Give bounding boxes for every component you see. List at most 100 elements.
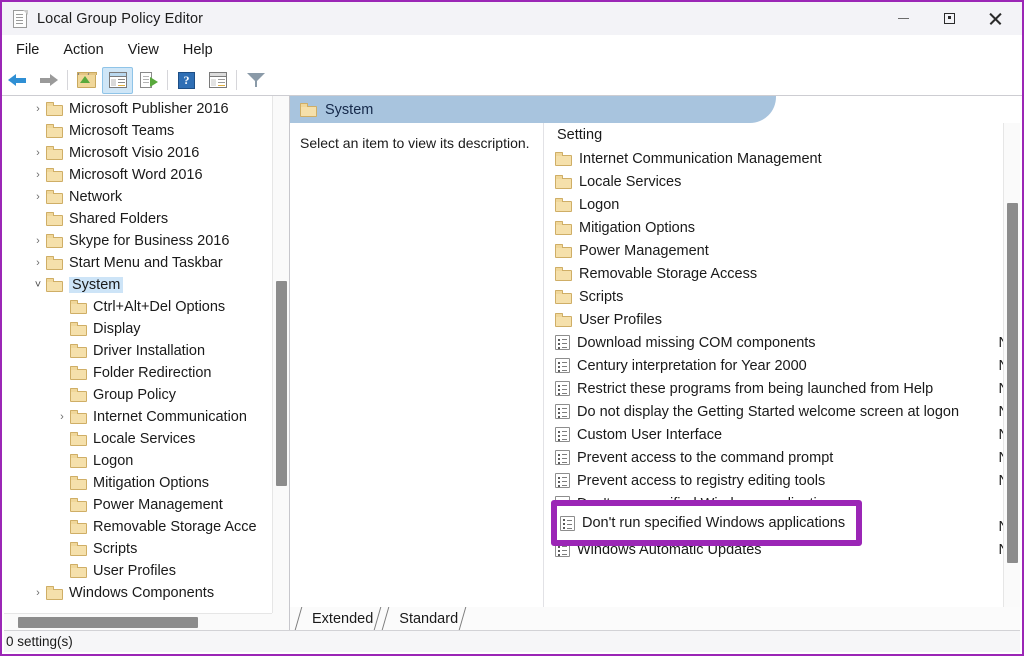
menu-item-view[interactable]: View — [116, 39, 171, 61]
list-vscroll-thumb[interactable] — [1007, 203, 1018, 563]
local-group-policy-editor-window: Local Group Policy Editor File Action Vi… — [0, 0, 1024, 656]
tree-item[interactable]: Logon — [4, 450, 272, 472]
list-vertical-scrollbar[interactable] — [1003, 123, 1020, 613]
column-header-setting[interactable]: Setting — [557, 127, 602, 143]
tree-item[interactable]: › Skype for Business 2016 — [4, 230, 272, 252]
tree-item[interactable]: Removable Storage Acce — [4, 516, 272, 538]
menu-item-help[interactable]: Help — [171, 39, 225, 61]
settings-list-row[interactable]: Do not display the Getting Started welco… — [544, 400, 1003, 423]
highlighted-setting-row[interactable]: Don't run specified Windows applications — [560, 510, 845, 536]
tree-item[interactable]: Locale Services — [4, 428, 272, 450]
maximize-button[interactable] — [926, 2, 972, 35]
tree-item[interactable]: › Microsoft Publisher 2016 — [4, 98, 272, 120]
tree-item[interactable]: › Microsoft Visio 2016 — [4, 142, 272, 164]
highlighted-setting-label: Don't run specified Windows applications — [582, 515, 846, 531]
settings-list-row[interactable]: Mitigation Options — [544, 216, 1003, 239]
tree-item[interactable]: Microsoft Teams — [4, 120, 272, 142]
tree-item[interactable]: Driver Installation — [4, 340, 272, 362]
tab-extended[interactable]: Extended — [298, 607, 385, 630]
chevron-right-icon[interactable]: › — [30, 103, 46, 115]
forward-button[interactable] — [33, 67, 64, 94]
tree-item[interactable]: Folder Redirection — [4, 362, 272, 384]
twisty-placeholder — [54, 368, 70, 379]
folder-icon — [555, 197, 572, 212]
folder-icon — [70, 410, 87, 424]
tree-item-label: Skype for Business 2016 — [69, 233, 230, 249]
settings-list-row[interactable]: Download missing COM componentsN — [544, 331, 1003, 354]
settings-row-label: Download missing COM components — [577, 334, 816, 351]
show-hide-console-tree-button[interactable] — [102, 66, 133, 94]
folder-icon — [555, 243, 572, 258]
tree-vscroll-thumb[interactable] — [276, 281, 287, 486]
minimize-button[interactable] — [880, 2, 926, 35]
menu-item-action[interactable]: Action — [51, 39, 115, 61]
tree-horizontal-scrollbar[interactable] — [4, 613, 272, 630]
settings-list-row[interactable]: Century interpretation for Year 2000N — [544, 354, 1003, 377]
tree-item[interactable]: Mitigation Options — [4, 472, 272, 494]
tree-item[interactable]: Scripts — [4, 538, 272, 560]
twisty-placeholder — [54, 434, 70, 445]
tree-item-label: Removable Storage Acce — [93, 519, 257, 535]
chevron-right-icon[interactable]: › — [54, 411, 70, 423]
console-tree[interactable]: › Microsoft Publisher 2016 Microsoft Team… — [4, 96, 272, 613]
tab-extended-label: Extended — [312, 610, 374, 627]
policy-setting-icon — [560, 515, 575, 531]
chevron-right-icon[interactable]: › — [30, 587, 46, 599]
content-header: System — [290, 96, 1020, 123]
tree-item[interactable]: Display — [4, 318, 272, 340]
chevron-right-icon[interactable]: › — [30, 147, 46, 159]
folder-icon — [46, 146, 63, 160]
tree-item[interactable]: › Network — [4, 186, 272, 208]
settings-list-row[interactable]: Locale Services — [544, 170, 1003, 193]
chevron-right-icon[interactable]: › — [30, 235, 46, 247]
export-list-button[interactable] — [133, 67, 164, 94]
tree-vertical-scrollbar[interactable] — [272, 96, 289, 613]
tree-item[interactable]: Shared Folders — [4, 208, 272, 230]
settings-list-row[interactable]: Removable Storage Access — [544, 262, 1003, 285]
settings-row-label: Internet Communication Management — [579, 150, 822, 167]
tree-item[interactable]: › Internet Communication — [4, 406, 272, 428]
settings-list-row[interactable]: Custom User InterfaceN — [544, 423, 1003, 446]
tree-item[interactable]: › Start Menu and Taskbar — [4, 252, 272, 274]
settings-list-row[interactable]: User Profiles — [544, 308, 1003, 331]
twisty-placeholder — [54, 456, 70, 467]
tree-item[interactable]: Ctrl+Alt+Del Options — [4, 296, 272, 318]
folder-icon — [70, 388, 87, 402]
chevron-right-icon[interactable]: › — [30, 191, 46, 203]
tree-item[interactable]: User Profiles — [4, 560, 272, 582]
tree-hscroll-thumb[interactable] — [18, 617, 198, 628]
chevron-down-icon[interactable]: ˅ — [30, 279, 46, 291]
tab-standard[interactable]: Standard — [385, 607, 470, 630]
tree-item[interactable]: › Microsoft Word 2016 — [4, 164, 272, 186]
close-button[interactable] — [972, 2, 1018, 35]
tree-item[interactable]: Group Policy — [4, 384, 272, 406]
content-header-bar: System — [290, 96, 776, 123]
properties-button[interactable] — [202, 67, 233, 94]
tree-item[interactable]: ˅ System — [4, 274, 272, 296]
menu-item-file[interactable]: File — [4, 39, 51, 61]
twisty-placeholder — [54, 478, 70, 489]
up-one-level-button[interactable] — [71, 67, 102, 94]
close-icon — [988, 12, 1002, 26]
settings-list-row[interactable]: Prevent access to the command promptN — [544, 446, 1003, 469]
settings-row-label: Do not display the Getting Started welco… — [577, 403, 960, 420]
policy-setting-icon — [555, 358, 570, 373]
chevron-right-icon[interactable]: › — [30, 169, 46, 181]
tree-item[interactable]: › Windows Components — [4, 582, 272, 604]
settings-list-row[interactable]: Scripts — [544, 285, 1003, 308]
help-button[interactable]: ? — [171, 67, 202, 94]
settings-list-row[interactable]: Logon — [544, 193, 1003, 216]
status-text: 0 setting(s) — [6, 634, 73, 649]
settings-list-row[interactable]: Prevent access to registry editing tools… — [544, 469, 1003, 492]
settings-list-row[interactable]: Internet Communication Management — [544, 147, 1003, 170]
funnel-filter-icon — [246, 72, 265, 88]
back-button[interactable] — [2, 67, 33, 94]
tree-item[interactable]: Power Management — [4, 494, 272, 516]
settings-list-row[interactable]: Power Management — [544, 239, 1003, 262]
forward-arrow-icon — [39, 73, 58, 88]
twisty-placeholder — [54, 302, 70, 313]
settings-row-label: Custom User Interface — [577, 426, 723, 443]
settings-list-row[interactable]: Restrict these programs from being launc… — [544, 377, 1003, 400]
filter-button[interactable] — [240, 67, 271, 94]
chevron-right-icon[interactable]: › — [30, 257, 46, 269]
